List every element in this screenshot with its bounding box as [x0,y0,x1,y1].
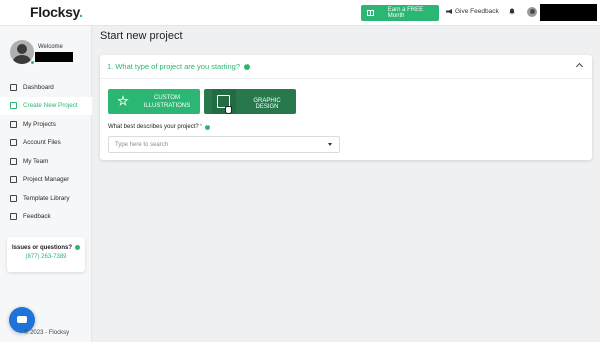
sidebar-item-label: Create New Project [23,102,78,110]
sidebar-item-create-new-project[interactable]: Create New Project [0,96,92,115]
page-title: Start new project [100,30,183,42]
logo-text: Flocksy [30,4,79,20]
dashboard-icon [10,83,17,91]
earn-free-month-button[interactable]: Earn a FREE Month [361,5,439,21]
project-type-card: 1. What type of project are you starting… [100,55,592,160]
sidebar-item-account-files[interactable]: Account Files [0,134,92,153]
bell-icon[interactable] [509,8,515,15]
logo-dot: . [79,4,83,20]
sidebar-item-dashboard[interactable]: Dashboard [0,78,92,97]
support-question-text: Issues or questions? [11,245,72,252]
project-type-question: 1. What type of project are you starting… [107,62,240,71]
sidebar: Welcome Dashboard Create New Project My … [0,26,92,342]
chevron-up-icon[interactable] [575,62,584,71]
flocksy-logo[interactable]: Flocksy. [30,4,83,20]
sidebar-item-label: My Team [23,157,49,165]
support-phone-link[interactable]: (877) 263-7389 [7,254,85,260]
describe-label-text: What best describes your project? [108,124,199,130]
sidebar-item-feedback[interactable]: Feedback [0,208,92,227]
user-icon [10,157,17,165]
support-question: Issues or questions? [7,245,85,251]
give-feedback-label: Give Feedback [455,8,499,15]
sidebar-item-label: Template Library [23,194,70,202]
graphic-design-label: GRAPHIC DESIGN [253,98,281,110]
custom-illustrations-button[interactable]: CUSTOM ILLUSTRATIONS [108,89,200,114]
project-description-select[interactable]: Type here to search [108,136,340,153]
sidebar-item-label: Account Files [23,139,61,147]
template-icon [10,194,17,202]
graphic-design-icon [212,89,236,114]
sidebar-item-label: Feedback [23,213,51,221]
caret-down-icon [328,143,332,146]
support-card: Issues or questions? (877) 263-7389 [7,237,85,272]
sidebar-item-template-library[interactable]: Template Library [0,189,92,208]
info-icon[interactable] [244,62,250,70]
project-type-accordion-header[interactable]: 1. What type of project are you starting… [100,55,592,79]
edit-icon [10,102,17,110]
sidebar-nav: Dashboard Create New Project My Projects… [0,78,92,226]
top-bar: Flocksy. Earn a FREE Month Give Feedback [0,0,600,26]
copyright-text: © 2023 - Flocksy [24,330,70,336]
document-icon [10,120,17,128]
star-icon [117,95,129,106]
sidebar-item-label: My Projects [23,120,56,128]
custom-label-line1: CUSTOM [154,95,180,101]
redacted-welcome-name [35,52,73,62]
user-avatar[interactable] [527,7,537,17]
folder-icon [10,139,17,147]
sidebar-item-my-team[interactable]: My Team [0,152,92,171]
graphic-design-button[interactable]: GRAPHIC DESIGN [204,89,296,114]
sidebar-item-label: Dashboard [23,83,54,91]
manager-icon [10,176,17,184]
custom-label-line2: ILLUSTRATIONS [143,103,191,109]
feedback-icon [10,213,17,221]
select-placeholder: Type here to search [115,141,169,148]
info-icon[interactable] [205,123,211,130]
give-feedback-link[interactable]: Give Feedback [446,8,499,15]
welcome-text: Welcome [38,44,63,50]
gift-icon [367,10,374,16]
describe-label: What best describes your project? * [108,123,211,130]
sidebar-item-label: Project Manager [23,176,70,184]
required-mark: * [199,124,203,130]
hand-cursor-icon [225,106,232,114]
megaphone-icon [446,9,452,14]
custom-illustrations-label: CUSTOM ILLUSTRATIONS [142,94,192,110]
sidebar-item-project-manager[interactable]: Project Manager [0,171,92,190]
sidebar-item-my-projects[interactable]: My Projects [0,115,92,134]
phone-icon [75,245,80,250]
redacted-user-name[interactable] [540,4,597,21]
earn-free-month-label: Earn a FREE Month [387,7,424,19]
